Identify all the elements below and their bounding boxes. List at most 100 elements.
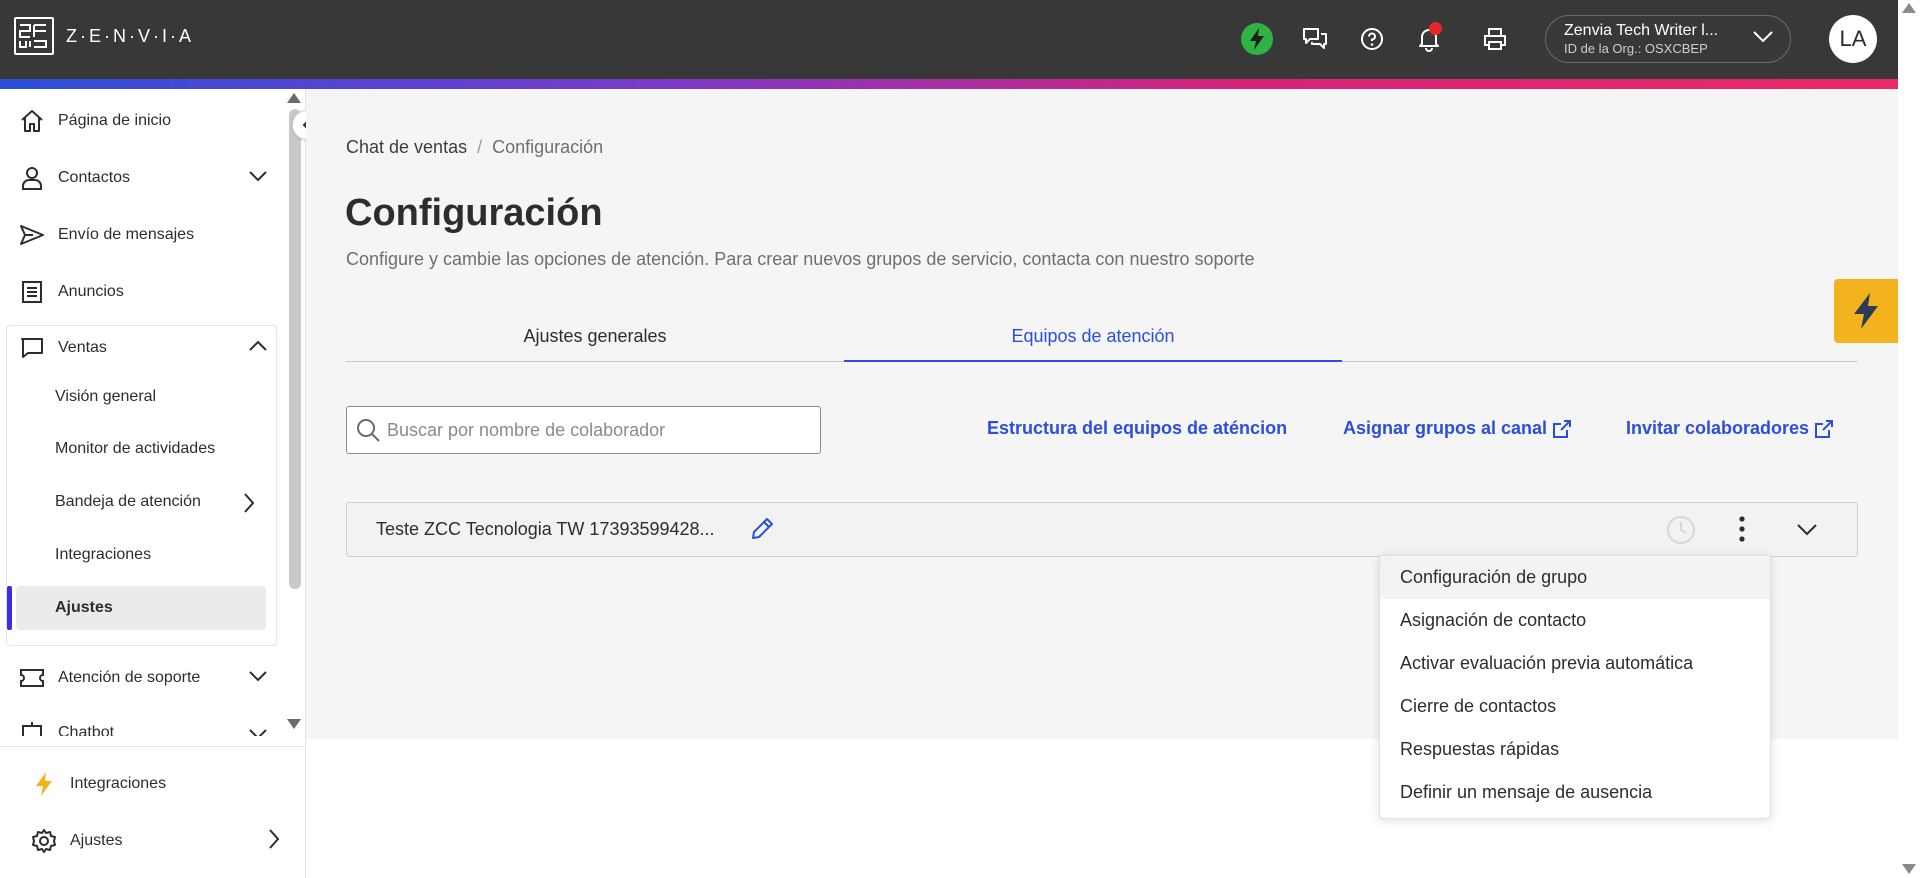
search-input[interactable] <box>387 419 807 441</box>
org-selector[interactable]: Zenvia Tech Writer l... ID de la Org.: O… <box>1545 15 1791 63</box>
sidebar-item-contacts[interactable]: Contactos <box>18 163 268 193</box>
sidebar-item-support[interactable]: Atención de soporte <box>18 663 268 693</box>
tab-general-settings[interactable]: Ajustes generales <box>346 326 844 347</box>
top-header: Z·E·N·V·I·A Zenvia Tech Writer l... ID d… <box>0 0 1898 79</box>
home-icon <box>18 107 46 135</box>
chevron-down-icon <box>248 669 268 687</box>
chevron-up-icon <box>248 339 268 357</box>
chat-icon <box>18 334 46 362</box>
menu-item-away-message[interactable]: Definir un mensaje de ausencia <box>1380 771 1770 814</box>
active-indicator <box>7 586 12 630</box>
sidebar-item-label: Ajustes <box>70 832 123 849</box>
page-scrollbar[interactable] <box>1898 0 1920 878</box>
tab-service-teams[interactable]: Equipos de atención <box>844 326 1342 347</box>
sidebar-bottom-integrations[interactable]: Integraciones <box>30 769 280 799</box>
sidebar-subitem-activity-monitor[interactable]: Monitor de actividades <box>55 440 215 458</box>
scroll-up-arrow-icon[interactable] <box>1902 3 1916 13</box>
lightning-icon[interactable] <box>1240 22 1274 56</box>
external-link-icon <box>1815 419 1834 438</box>
menu-item-group-config[interactable]: Configuración de grupo <box>1380 556 1770 599</box>
pencil-icon[interactable] <box>748 515 776 543</box>
menu-item-auto-pre-evaluation[interactable]: Activar evaluación previa automática <box>1380 642 1770 685</box>
chevron-down-icon[interactable] <box>1796 523 1818 537</box>
header-gradient-bar <box>0 79 1898 89</box>
sidebar-subitem-inbox[interactable]: Bandeja de atención <box>55 493 201 511</box>
tabs: Ajustes generales Equipos de atención <box>346 318 1858 362</box>
breadcrumb-parent-link[interactable]: Chat de ventas <box>346 137 467 157</box>
scroll-up-arrow-icon[interactable] <box>287 93 301 103</box>
logo-text: Z·E·N·V·I·A <box>66 25 194 46</box>
breadcrumb-separator: / <box>477 137 483 157</box>
assign-groups-link[interactable]: Asignar grupos al canal <box>1343 418 1572 439</box>
sidebar-item-label: Contactos <box>58 169 131 186</box>
menu-item-quick-replies[interactable]: Respuestas rápidas <box>1380 728 1770 771</box>
chevron-down-icon <box>248 169 268 187</box>
sidebar-item-sales[interactable]: Ventas <box>18 333 268 363</box>
external-link-icon <box>1553 419 1572 438</box>
sidebar-item-home[interactable]: Página de inicio <box>18 106 268 136</box>
search-icon <box>357 419 380 442</box>
sidebar-item-label: Integraciones <box>70 775 167 792</box>
zenvia-logo[interactable]: Z·E·N·V·I·A <box>14 17 194 55</box>
sidebar-item-label: Chatbot <box>58 724 115 736</box>
chevron-right-icon <box>243 492 255 519</box>
sidebar-item-chatbot[interactable]: Chatbot <box>18 718 268 736</box>
breadcrumb: Chat de ventas / Configuración <box>346 137 603 158</box>
scroll-down-arrow-icon[interactable] <box>287 719 301 729</box>
breadcrumb-current: Configuración <box>492 137 604 157</box>
scroll-down-arrow-icon[interactable] <box>1902 864 1916 874</box>
group-name: Teste ZCC Tecnologia TW 17393599428... <box>376 519 715 539</box>
invite-collaborators-link[interactable]: Invitar colaboradores <box>1626 418 1834 439</box>
clock-icon <box>1665 514 1697 546</box>
sidebar-item-messaging[interactable]: Envío de mensajes <box>18 220 268 250</box>
team-structure-link[interactable]: Estructura del equipos de aténcion <box>987 418 1287 439</box>
sidebar-scroll-thumb[interactable] <box>289 109 301 589</box>
lightning-icon <box>1854 293 1878 329</box>
send-icon <box>18 221 46 249</box>
active-tab-indicator <box>844 360 1342 362</box>
chat-bubbles-icon[interactable] <box>1298 22 1332 56</box>
org-id: ID de la Org.: OSXCBEP <box>1564 41 1708 56</box>
chevron-down-icon <box>1752 30 1774 49</box>
bell-icon[interactable] <box>1412 22 1446 56</box>
chevron-down-icon <box>248 727 268 736</box>
sidebar-bottom-settings[interactable]: Ajustes <box>30 826 280 856</box>
menu-item-contact-assignment[interactable]: Asignación de contacto <box>1380 599 1770 642</box>
sidebar-item-ads[interactable]: Anuncios <box>18 277 268 307</box>
org-name: Zenvia Tech Writer l... <box>1564 22 1719 39</box>
page-title: Configuración <box>345 192 603 234</box>
page-description: Configure y cambie las opciones de atenc… <box>346 249 1255 269</box>
zenvia-logo-mark <box>14 17 54 55</box>
printer-icon[interactable] <box>1478 22 1512 56</box>
lightning-icon <box>30 770 58 798</box>
invite-collaborators-label: Invitar colaboradores <box>1626 418 1810 438</box>
assign-groups-label: Asignar grupos al canal <box>1343 418 1548 438</box>
sidebar-item-label: Página de inicio <box>58 112 171 129</box>
quick-actions-button[interactable] <box>1834 279 1898 343</box>
menu-item-contact-closure[interactable]: Cierre de contactos <box>1380 685 1770 728</box>
help-icon[interactable] <box>1355 22 1389 56</box>
person-icon <box>18 164 46 192</box>
team-structure-label: Estructura del equipos de aténcion <box>987 418 1288 438</box>
sidebar-item-label: Atención de soporte <box>58 669 201 686</box>
group-options-menu: Configuración de grupo Asignación de con… <box>1379 555 1771 819</box>
sidebar-subitem-integrations[interactable]: Integraciones <box>55 546 151 564</box>
group-row[interactable]: Teste ZCC Tecnologia TW 17393599428... <box>346 502 1858 557</box>
sidebar-bottom: Integraciones Ajustes <box>0 746 305 878</box>
sidebar-item-label: Anuncios <box>58 283 124 300</box>
ticket-icon <box>18 664 46 692</box>
sidebar-item-label: Ventas <box>58 339 107 356</box>
avatar[interactable]: LA <box>1829 15 1877 63</box>
search-field[interactable] <box>346 406 821 454</box>
gear-icon <box>30 827 58 855</box>
more-options-icon[interactable] <box>1738 515 1746 543</box>
document-icon <box>18 278 46 306</box>
sidebar-subitem-overview[interactable]: Visión general <box>55 388 156 406</box>
chevron-right-icon <box>268 828 280 855</box>
sidebar-subitem-settings[interactable]: Ajustes <box>55 599 113 617</box>
notification-badge <box>1429 22 1442 35</box>
sidebar-subitem-settings-active[interactable] <box>16 586 266 630</box>
sidebar-item-label: Envío de mensajes <box>58 226 195 243</box>
bot-icon <box>18 718 46 736</box>
sidebar: Página de inicio Contactos Envío de mens… <box>0 89 306 878</box>
